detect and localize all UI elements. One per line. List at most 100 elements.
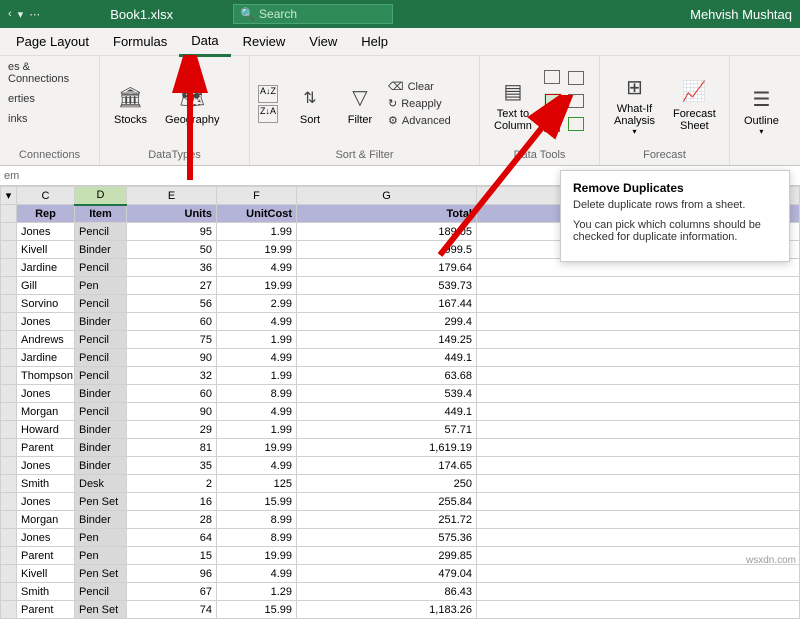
cell-total[interactable]: 1,619.19 [297,439,477,457]
cell-units[interactable]: 96 [127,565,217,583]
cell-total[interactable]: 251.72 [297,511,477,529]
whatif-button[interactable]: ⊞ What-If Analysis ▾ [608,67,661,140]
cell-cost[interactable]: 4.99 [217,457,297,475]
cell-rep[interactable]: Parent [17,547,75,565]
cell-total[interactable]: 575.36 [297,529,477,547]
cell-item[interactable]: Binder [75,439,127,457]
row-header[interactable] [1,223,17,241]
row-header[interactable] [1,511,17,529]
flash-fill-icon[interactable] [544,70,562,89]
forecast-sheet-button[interactable]: 📈 Forecast Sheet [667,72,722,136]
queries-connections[interactable]: es & Connections [8,60,91,86]
cell-rep[interactable]: Jardine [17,259,75,277]
nav-back-icon[interactable]: ‹ [8,8,12,20]
cell-item[interactable]: Pencil [75,583,127,601]
table-row[interactable]: Parent Binder 81 19.99 1,619.19 [1,439,800,457]
data-validation-icon[interactable] [544,118,562,137]
cell-units[interactable]: 67 [127,583,217,601]
cell-total[interactable]: 479.04 [297,565,477,583]
user-name[interactable]: Mehvish Mushtaq [690,7,792,22]
cell-total[interactable]: 174.65 [297,457,477,475]
sort-az-icon[interactable]: A↓Z [258,85,278,103]
cell-cost[interactable]: 125 [217,475,297,493]
cell-cost[interactable]: 4.99 [217,313,297,331]
cell-total[interactable]: 167.44 [297,295,477,313]
row-header[interactable] [1,295,17,313]
table-row[interactable]: Sorvino Pencil 56 2.99 167.44 [1,295,800,313]
table-row[interactable]: Jones Binder 35 4.99 174.65 [1,457,800,475]
cell-units[interactable]: 36 [127,259,217,277]
cell-rep[interactable]: Howard [17,421,75,439]
cell-cost[interactable]: 15.99 [217,601,297,619]
cell-rep[interactable]: Parent [17,439,75,457]
cell-cost[interactable]: 4.99 [217,349,297,367]
cell-cost[interactable]: 1.29 [217,583,297,601]
cell-item[interactable]: Pencil [75,259,127,277]
cell-total[interactable]: 449.1 [297,403,477,421]
cell-cost[interactable]: 19.99 [217,277,297,295]
table-row[interactable]: Morgan Binder 28 8.99 251.72 [1,511,800,529]
col-header-f[interactable]: F [217,187,297,205]
table-row[interactable]: Thompson Pencil 32 1.99 63.68 [1,367,800,385]
cell-units[interactable]: 50 [127,241,217,259]
cell-cost[interactable]: 8.99 [217,385,297,403]
cell-cost[interactable]: 15.99 [217,493,297,511]
cell-total[interactable]: 149.25 [297,331,477,349]
table-row[interactable]: Jones Binder 60 8.99 539.4 [1,385,800,403]
row-header[interactable] [1,601,17,619]
outline-button[interactable]: ☰ Outline ▾ [738,79,785,140]
row-header[interactable] [1,421,17,439]
tab-page-layout[interactable]: Page Layout [4,28,101,55]
cell-cost[interactable]: 1.99 [217,367,297,385]
cell-rep[interactable]: Jones [17,223,75,241]
cell-item[interactable]: Pen Set [75,493,127,511]
row-header[interactable] [1,349,17,367]
cell-total[interactable]: 999.5 [297,241,477,259]
cell-total[interactable]: 86.43 [297,583,477,601]
cell-item[interactable]: Pencil [75,349,127,367]
table-row[interactable]: Parent Pen 15 19.99 299.85 [1,547,800,565]
cell-rep[interactable]: Thompson [17,367,75,385]
cell-total[interactable]: 255.84 [297,493,477,511]
cell-cost[interactable]: 4.99 [217,565,297,583]
cell-item[interactable]: Pen Set [75,565,127,583]
header-total[interactable]: Total [297,205,477,223]
cell-rep[interactable]: Sorvino [17,295,75,313]
cell-rep[interactable]: Jones [17,493,75,511]
row-header[interactable] [1,565,17,583]
select-all[interactable]: ▾ [1,187,17,205]
cell-rep[interactable]: Jones [17,313,75,331]
cell-cost[interactable]: 19.99 [217,547,297,565]
tab-view[interactable]: View [297,28,349,55]
table-row[interactable]: Parent Pen Set 74 15.99 1,183.26 [1,601,800,619]
clear-button[interactable]: ⌫Clear [388,79,451,94]
cell-rep[interactable]: Morgan [17,511,75,529]
row-header[interactable] [1,385,17,403]
cell-rep[interactable]: Morgan [17,403,75,421]
table-row[interactable]: Jones Pen 64 8.99 575.36 [1,529,800,547]
row-header[interactable] [1,583,17,601]
cell-units[interactable]: 75 [127,331,217,349]
cell-cost[interactable]: 8.99 [217,529,297,547]
cell-item[interactable]: Pencil [75,403,127,421]
cell-total[interactable]: 250 [297,475,477,493]
search-box[interactable]: 🔍 Search [233,4,393,24]
cell-item[interactable]: Pen [75,277,127,295]
row-header[interactable] [1,547,17,565]
col-header-d[interactable]: D [75,187,127,205]
advanced-button[interactable]: ⚙Advanced [388,113,451,128]
cell-item[interactable]: Pen [75,529,127,547]
tab-data[interactable]: Data [179,27,230,57]
cell-total[interactable]: 299.85 [297,547,477,565]
col-header-g[interactable]: G [297,187,477,205]
cell-rep[interactable]: Kivell [17,241,75,259]
cell-item[interactable]: Desk [75,475,127,493]
cell-rep[interactable]: Jones [17,529,75,547]
row-header[interactable] [1,529,17,547]
cell-units[interactable]: 60 [127,385,217,403]
row-header[interactable] [1,205,17,223]
relationships-icon[interactable] [568,94,584,113]
col-header-e[interactable]: E [127,187,217,205]
cell-item[interactable]: Pencil [75,331,127,349]
cell-cost[interactable]: 2.99 [217,295,297,313]
